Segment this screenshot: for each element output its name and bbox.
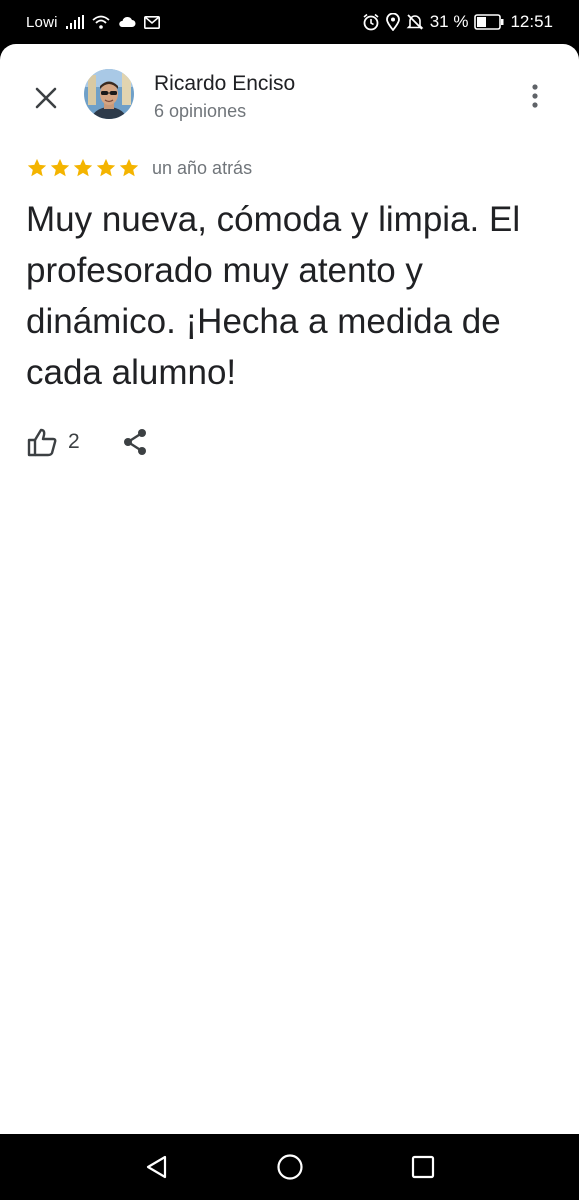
thumbs-up-icon <box>27 428 57 457</box>
review-text: Muy nueva, cómoda y limpia. El profesora… <box>26 200 521 392</box>
gmail-icon <box>143 15 160 29</box>
close-icon <box>35 87 57 109</box>
more-options-button[interactable] <box>517 76 553 116</box>
share-icon <box>123 429 146 455</box>
review-sheet: Ricardo Enciso 6 opiniones un año atrás … <box>0 44 579 1134</box>
close-button[interactable] <box>26 78 66 118</box>
star-rating <box>26 157 140 179</box>
avatar[interactable] <box>84 69 134 119</box>
navigation-bar <box>0 1134 579 1200</box>
rating-row: un año atrás <box>26 157 252 179</box>
recents-button[interactable] <box>393 1137 453 1197</box>
review-actions: 2 <box>26 427 148 457</box>
home-icon <box>276 1154 303 1180</box>
wifi-icon <box>92 15 110 29</box>
like-button[interactable]: 2 <box>26 427 80 457</box>
back-icon <box>146 1155 166 1179</box>
like-count: 2 <box>68 430 80 453</box>
mute-icon <box>406 13 424 31</box>
more-vert-icon <box>532 84 538 108</box>
clock: 12:51 <box>510 12 553 31</box>
battery-percent: 31 % <box>429 12 469 31</box>
status-right: 31 % 12:51 <box>362 12 553 32</box>
review-header: Ricardo Enciso 6 opiniones <box>0 44 579 154</box>
carrier-label: Lowi <box>26 13 58 31</box>
star-icon <box>73 158 93 177</box>
cloud-icon <box>118 16 136 28</box>
star-icon <box>96 158 116 177</box>
location-icon <box>385 13 400 31</box>
review-date: un año atrás <box>152 157 253 178</box>
star-icon <box>27 158 47 177</box>
star-icon <box>119 158 139 177</box>
author-review-count: 6 opiniones <box>154 101 247 121</box>
status-bar: Lowi 31 % 12:51 <box>0 0 579 44</box>
alarm-icon <box>362 13 380 31</box>
home-button[interactable] <box>260 1137 320 1197</box>
author-name[interactable]: Ricardo Enciso <box>154 72 295 96</box>
status-left: Lowi <box>26 14 160 31</box>
battery-icon <box>474 14 504 30</box>
recents-icon <box>411 1155 434 1179</box>
signal-icon <box>65 15 84 29</box>
back-button[interactable] <box>127 1137 187 1197</box>
star-icon <box>50 158 70 177</box>
share-button[interactable] <box>122 428 148 456</box>
